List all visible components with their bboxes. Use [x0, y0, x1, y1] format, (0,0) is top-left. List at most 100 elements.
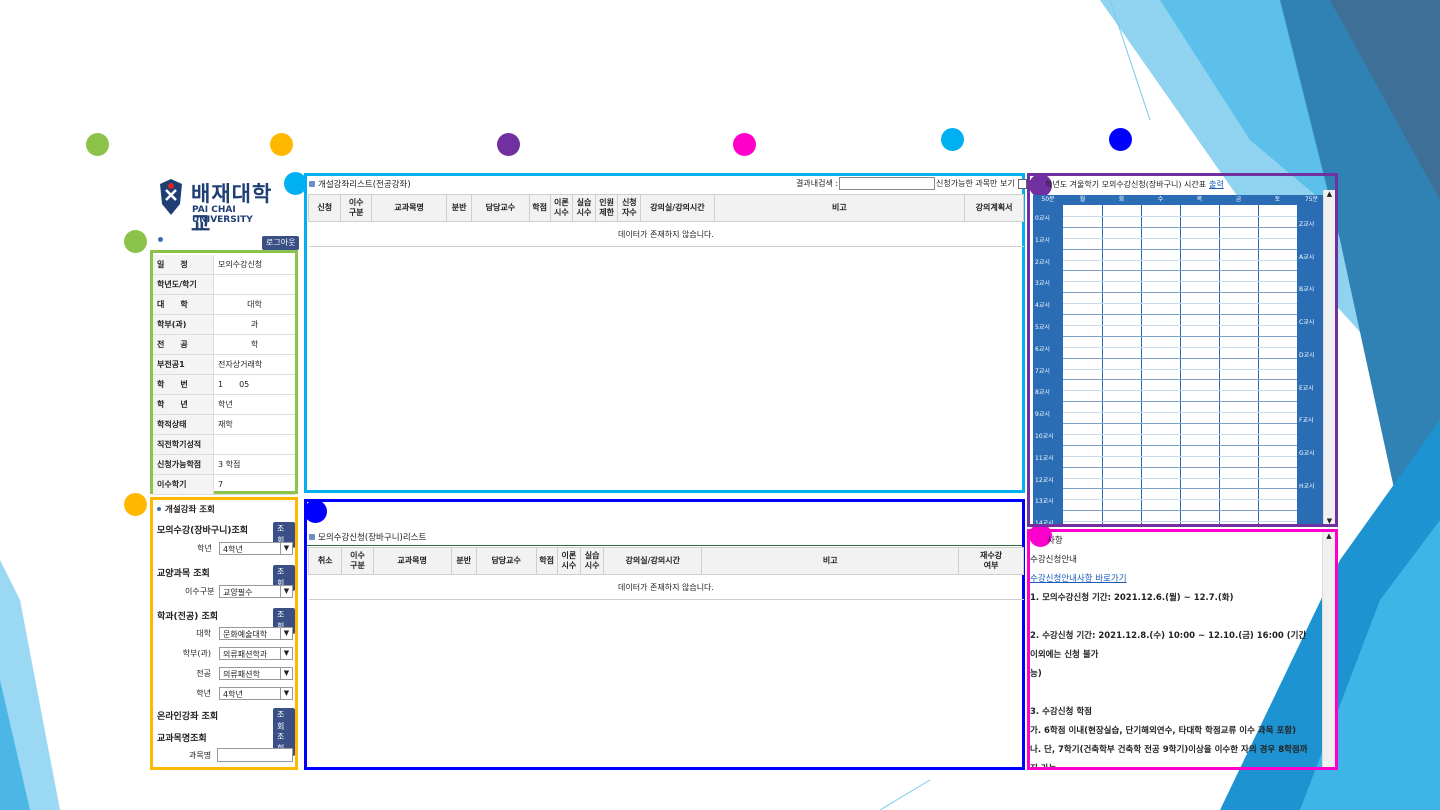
- student-info-label: 학년도/학기: [153, 274, 214, 295]
- timetable-row-line: [1063, 226, 1297, 228]
- student-info-label: 학적상태: [153, 414, 214, 435]
- timetable-period-label: 10교시: [1035, 433, 1054, 440]
- timetable-head-cell: 목: [1196, 196, 1203, 203]
- student-info-label: 직전학기성적: [153, 434, 214, 455]
- timetable-cells: [1063, 205, 1298, 524]
- legend-dot-blue: [1109, 128, 1132, 151]
- student-info-label: 대 학: [153, 294, 214, 315]
- table-header-row: 취소 이수 구분 교과목명 분반 담당교수 학점 이론 시수 실습 시수 강의실/강의시간 비고 재…: [307, 547, 1024, 575]
- student-info-table: 일 정 모의수강신청 학년도/학기 대 학 대학 학부(과) 과 전 공 학 부전공1 전자상거래학…: [153, 255, 295, 495]
- student-info-value: 과: [213, 314, 295, 335]
- search-panel-title: 개설강좌 조회: [165, 505, 215, 515]
- university-logo: 배재대학교 PAI CHAI UNIVERSITY: [158, 178, 288, 236]
- timetable-block-label: G교시: [1299, 449, 1315, 457]
- major-filter-select[interactable]: 의류패션학 ▼: [219, 667, 293, 680]
- timetable-row-line: [1063, 215, 1297, 217]
- empty-row: 데이터가 존재하지 않습니다.: [308, 221, 1024, 247]
- timetable-block-label: F교시: [1299, 417, 1314, 425]
- timetable-head-cell: 75분: [1304, 196, 1319, 203]
- scroll-up-icon[interactable]: ▲: [1324, 190, 1335, 198]
- student-info-row: 학년도/학기: [153, 274, 295, 295]
- timetable-row-line: [1063, 259, 1297, 261]
- column-header: 실습 시수: [579, 547, 605, 575]
- column-header: 이론 시수: [556, 547, 581, 575]
- empty-message: 데이터가 존재하지 않습니다.: [308, 574, 1024, 600]
- mock-grade-value: 4학년: [223, 545, 243, 554]
- notice-scrollbar[interactable]: ▲: [1322, 532, 1335, 767]
- column-header: 분반: [446, 194, 472, 222]
- timetable-row-line: [1063, 444, 1297, 446]
- chevron-down-icon: ▼: [280, 668, 292, 679]
- logout-button[interactable]: 로그아웃: [262, 236, 300, 250]
- notice-link[interactable]: 수강신청안내사항 바로가기: [1030, 570, 1314, 589]
- chevron-down-icon: ▼: [280, 586, 292, 597]
- notice-line: [1030, 608, 1314, 627]
- major-filter-select[interactable]: 4학년 ▼: [219, 687, 293, 700]
- cart-list-bullet-icon: [309, 534, 315, 540]
- column-header: 강의실/강의시간: [603, 547, 703, 575]
- student-info-value: [213, 274, 295, 295]
- student-info-panel: 일 정 모의수강신청 학년도/학기 대 학 대학 학부(과) 과 전 공 학 부전공1 전자상거래학…: [150, 250, 298, 495]
- student-info-row: 학부(과) 과: [153, 314, 295, 335]
- legend-dot-green: [86, 133, 109, 156]
- online-search-title: 온라인강좌 조회: [157, 712, 219, 722]
- timetable-head-cell: 토: [1274, 196, 1281, 203]
- timetable-period-label: 1교시: [1035, 236, 1050, 244]
- timetable-title: 학년도 겨울학기 모의수강신청(장바구니) 시간표: [1045, 180, 1207, 189]
- timetable-row-line: [1063, 237, 1297, 239]
- student-info-value: 3 학점: [213, 454, 295, 475]
- timetable-period-label: 7교시: [1035, 367, 1050, 375]
- notice-line: 능): [1030, 669, 1042, 679]
- notice-panel: 사항 수강신청안내 수강신청안내사항 바로가기 1. 모의수강신청 기간: 20…: [1027, 529, 1338, 770]
- empty-row: 데이터가 존재하지 않습니다.: [308, 574, 1024, 600]
- timetable-period-label: 6교시: [1035, 345, 1050, 353]
- notice-line: 1. 모의수강신청 기간: 2021.12.6.(월) ~ 12.7.(화): [1030, 593, 1234, 603]
- result-search-input[interactable]: [839, 177, 935, 190]
- timetable-head-cell: 화: [1118, 196, 1125, 203]
- major-filter-select[interactable]: 의류패션학과 ▼: [219, 647, 293, 660]
- mock-grade-label: 학년: [197, 544, 212, 553]
- timetable-row-line: [1063, 281, 1297, 283]
- student-info-row: 이수학기 7: [153, 474, 295, 495]
- student-info-value: 재학: [213, 414, 295, 435]
- student-info-row: 전 공학: [153, 334, 295, 355]
- timetable-row-line: [1063, 324, 1297, 326]
- timetable-scrollbar[interactable]: ▲ ▼: [1323, 190, 1335, 524]
- notice-line: 2. 수강신청 기간: 2021.12.8.(수) 10:00 ~ 12.10.…: [1030, 631, 1307, 660]
- marker-dot-yellow: [124, 493, 147, 516]
- timetable-block-label: C교시: [1299, 319, 1315, 327]
- column-header: 담당교수: [475, 547, 537, 575]
- scroll-up-icon[interactable]: ▲: [1323, 532, 1335, 540]
- legend-dot-yellow: [270, 133, 293, 156]
- search-panel-bullet-icon: [157, 507, 161, 511]
- course-list-bullet-icon: [309, 181, 315, 187]
- student-info-row: 일 정 모의수강신청: [153, 255, 295, 275]
- column-header: 취소: [307, 547, 343, 575]
- timetable-row-line: [1063, 412, 1297, 414]
- notice-lines: 1. 모의수강신청 기간: 2021.12.6.(월) ~ 12.7.(화) 2.…: [1030, 589, 1314, 767]
- profile-bullet-icon: [158, 237, 163, 242]
- course-name-input[interactable]: [217, 748, 293, 762]
- course-name-search-title: 교과목명조회: [157, 734, 207, 744]
- timetable-row-line: [1063, 303, 1297, 305]
- major-filter-select[interactable]: 문화예술대학 ▼: [219, 627, 293, 640]
- timetable-row-line: [1063, 335, 1297, 337]
- legend-dot-magenta: [733, 133, 756, 156]
- major-filter-label: 학부(과): [182, 649, 211, 658]
- timetable-period-label: 5교시: [1035, 324, 1050, 331]
- timetable-head-cell: 금: [1235, 196, 1242, 203]
- column-header: 실습 시수: [572, 194, 596, 222]
- mock-grade-select[interactable]: 4학년 ▼: [219, 542, 293, 555]
- column-header: 교과목명: [372, 547, 452, 575]
- scroll-down-icon[interactable]: ▼: [1324, 517, 1335, 524]
- liberal-type-value: 교양필수: [223, 588, 253, 597]
- notice-line: [1030, 684, 1314, 703]
- liberal-type-select[interactable]: 교양필수 ▼: [219, 585, 293, 598]
- student-info-value: 학: [213, 334, 295, 355]
- timetable-row-line: [1063, 466, 1297, 468]
- chevron-down-icon: ▼: [280, 543, 292, 554]
- timetable-print-link[interactable]: 출력: [1209, 179, 1224, 190]
- shield-crest-icon: [160, 179, 182, 215]
- available-only-checkbox[interactable]: [1018, 179, 1027, 189]
- result-search-label: 결과내검색 :: [796, 179, 839, 188]
